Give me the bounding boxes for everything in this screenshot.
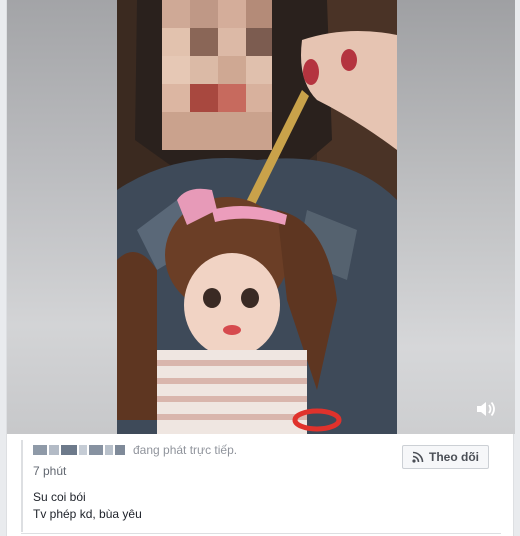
divider: [21, 533, 501, 534]
post-text-line: Su coi bói: [33, 490, 86, 504]
video-scene: [117, 0, 397, 434]
video-frame: [117, 0, 397, 434]
live-video[interactable]: [7, 0, 515, 434]
rss-icon: [412, 451, 424, 463]
video-blur-left: [7, 0, 117, 434]
post-card: đang phát trực tiếp. 7 phút Su coi bói T…: [6, 0, 515, 536]
post-text-line: Tv phép kd, bùa yêu: [33, 507, 142, 521]
author-name-censored: [33, 445, 125, 455]
post-body: Su coi bói Tv phép kd, bùa yêu: [33, 489, 507, 523]
live-status-text: đang phát trực tiếp.: [133, 443, 238, 457]
follow-button[interactable]: Theo dõi: [402, 445, 489, 469]
video-blur-right: [397, 0, 515, 434]
pixelated-face: [162, 0, 272, 150]
volume-button[interactable]: [473, 396, 499, 422]
follow-button-label: Theo dõi: [429, 450, 479, 464]
volume-icon: [477, 401, 495, 417]
